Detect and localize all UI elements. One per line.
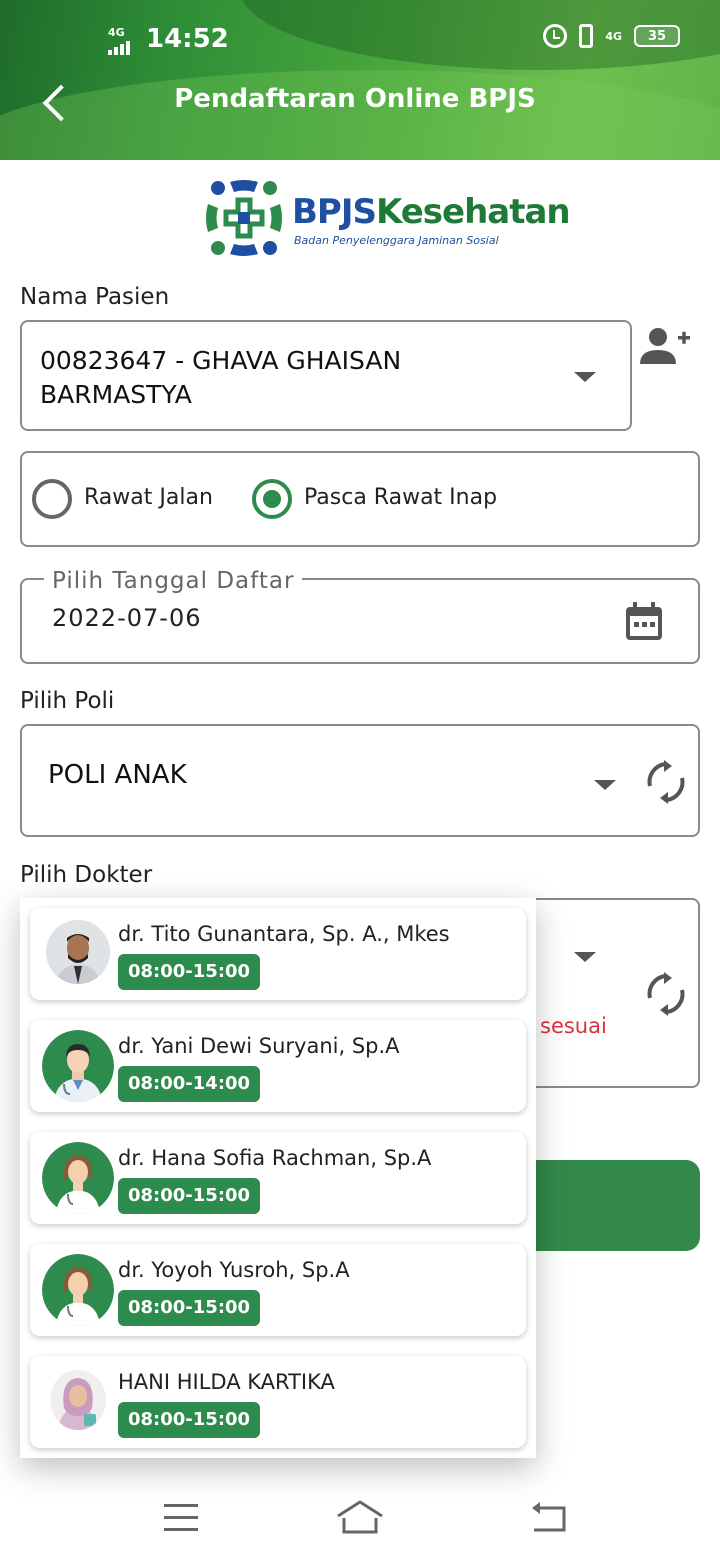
system-nav-bar <box>0 1490 720 1560</box>
schedule-badge: 08:00-15:00 <box>118 954 261 990</box>
doctor-name: HANI HILDA KARTIKA <box>118 1370 335 1394</box>
radio-pasca-rawat-inap[interactable] <box>252 479 292 519</box>
bpjs-logo-mark <box>206 180 282 256</box>
doctor-popup-list: dr. Tito Gunantara, Sp. A., Mkes 08:00-1… <box>20 898 536 1458</box>
date-value: 2022-07-06 <box>52 604 202 632</box>
status-time: 14:52 <box>146 24 229 54</box>
radio-label: Pasca Rawat Inap <box>304 485 498 510</box>
chevron-down-icon <box>574 952 596 962</box>
bpjs-logo: BPJSKesehatan Badan Penyelenggara Jamina… <box>204 178 571 262</box>
network-label: 4G <box>605 29 622 43</box>
radio-label: Rawat Jalan <box>84 485 213 510</box>
doctor-photo-avatar <box>50 1370 106 1430</box>
schedule-badge: 08:00-15:00 <box>118 1290 261 1326</box>
chevron-down-icon <box>594 780 616 790</box>
schedule-badge: 08:00-15:00 <box>118 1178 261 1214</box>
doctor-error-text: sesuai <box>540 1014 607 1038</box>
refresh-icon[interactable] <box>646 760 686 804</box>
battery-icon: 35 <box>634 25 680 47</box>
patient-dropdown[interactable]: 00823647 - GHAVA GHAISAN BARMASTYA <box>20 320 632 431</box>
chevron-down-icon <box>574 372 596 382</box>
vibrate-icon <box>579 24 594 48</box>
doctor-name: dr. Yani Dewi Suryani, Sp.A <box>118 1034 400 1058</box>
doctor-card[interactable]: dr. Yoyoh Yusroh, Sp.A 08:00-15:00 <box>30 1244 526 1336</box>
doctor-name: dr. Tito Gunantara, Sp. A., Mkes <box>118 922 450 946</box>
logo-subtitle: Badan Penyelenggara Jaminan Sosial <box>294 234 499 247</box>
doctor-name: dr. Yoyoh Yusroh, Sp.A <box>118 1258 350 1282</box>
doctor-name: dr. Hana Sofia Rachman, Sp.A <box>118 1146 432 1170</box>
logo-name: BPJSKesehatan <box>292 192 571 232</box>
add-person-icon[interactable] <box>640 326 690 366</box>
radio-rawat-jalan[interactable] <box>32 479 72 519</box>
menu-icon[interactable] <box>164 1504 198 1531</box>
doctor-card[interactable]: HANI HILDA KARTIKA 08:00-15:00 <box>30 1356 526 1448</box>
schedule-badge: 08:00-15:00 <box>118 1402 261 1438</box>
doctor-card[interactable]: dr. Tito Gunantara, Sp. A., Mkes 08:00-1… <box>30 908 526 1000</box>
submit-button[interactable] <box>520 1160 700 1251</box>
doctor-label: Pilih Dokter <box>20 862 153 888</box>
home-icon[interactable] <box>336 1500 384 1534</box>
alarm-icon <box>543 24 568 48</box>
doctor-female-icon <box>42 1142 114 1214</box>
app-header: 4G 14:52 4G 35 Pendaftaran Online BPJS <box>0 0 720 160</box>
patient-value: 00823647 - GHAVA GHAISAN BARMASTYA <box>40 346 402 409</box>
refresh-icon[interactable] <box>646 972 686 1016</box>
back-nav-icon[interactable] <box>530 1502 568 1532</box>
poli-value: POLI ANAK <box>48 760 187 790</box>
doctor-card[interactable]: dr. Yani Dewi Suryani, Sp.A 08:00-14:00 <box>30 1020 526 1112</box>
doctor-card[interactable]: dr. Hana Sofia Rachman, Sp.A 08:00-15:00 <box>30 1132 526 1224</box>
date-label: Pilih Tanggal Daftar <box>44 568 303 594</box>
poli-label: Pilih Poli <box>20 688 115 714</box>
signal-icon: 4G <box>108 26 130 58</box>
care-type-group: Rawat Jalan Pasca Rawat Inap <box>20 451 700 547</box>
status-bar: 4G 14:52 4G 35 <box>0 0 720 70</box>
calendar-icon[interactable] <box>626 602 662 640</box>
page-title: Pendaftaran Online BPJS <box>174 84 536 114</box>
patient-label: Nama Pasien <box>20 284 170 310</box>
doctor-photo-avatar <box>46 920 110 984</box>
doctor-female-icon <box>42 1254 114 1326</box>
doctor-male-icon <box>42 1030 114 1102</box>
battery-level: 35 <box>647 28 667 44</box>
schedule-badge: 08:00-14:00 <box>118 1066 261 1102</box>
